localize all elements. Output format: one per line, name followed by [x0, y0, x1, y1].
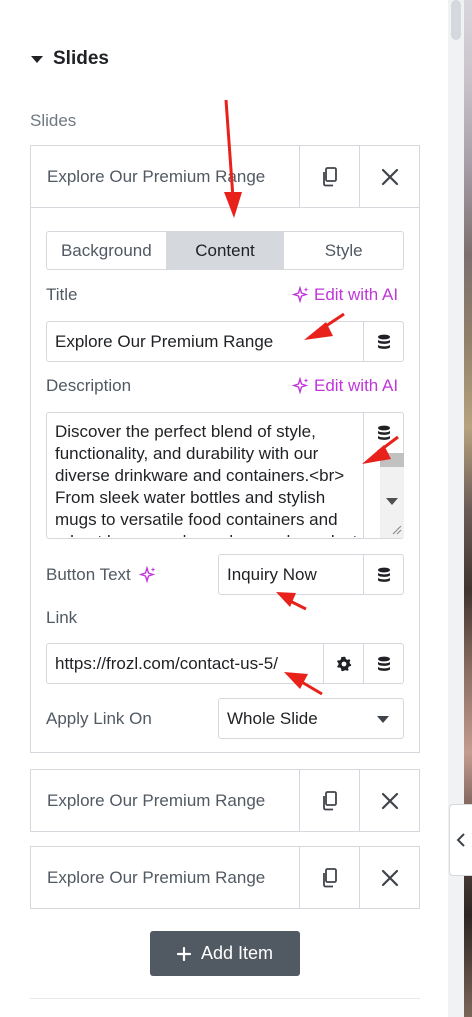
copy-icon: [322, 790, 337, 810]
close-icon: [381, 792, 398, 809]
panel-scroll-thumb[interactable]: [451, 0, 461, 40]
button-text-input[interactable]: Inquiry Now: [219, 555, 363, 594]
divider: [30, 998, 420, 999]
repeater-item-header[interactable]: Explore Our Premium Range: [31, 770, 419, 831]
apply-link-select[interactable]: Whole Slide: [218, 698, 404, 739]
tab-background[interactable]: Background: [47, 232, 166, 269]
repeater-item-title[interactable]: Explore Our Premium Range: [31, 146, 299, 207]
close-icon: [381, 869, 398, 886]
database-icon: [377, 567, 390, 582]
copy-icon: [322, 867, 337, 887]
scroll-thumb[interactable]: [380, 453, 404, 467]
scroll-down-arrow-icon[interactable]: [386, 498, 398, 505]
dynamic-tags-button[interactable]: [363, 555, 403, 594]
edit-with-ai-label: Edit with AI: [314, 376, 399, 395]
description-field: Discover the perfect blend of style, fun…: [46, 412, 404, 539]
repeater-item-header[interactable]: Explore Our Premium Range: [31, 146, 419, 207]
dynamic-tags-button[interactable]: [363, 644, 403, 683]
description-textarea[interactable]: Discover the perfect blend of style, fun…: [55, 421, 363, 537]
repeater-label: Slides: [30, 111, 77, 130]
repeater-item-title[interactable]: Explore Our Premium Range: [31, 770, 299, 831]
sparkle-icon: [292, 286, 309, 304]
section-toggle[interactable]: Slides: [31, 48, 109, 70]
duplicate-button[interactable]: [299, 847, 359, 908]
close-icon: [381, 168, 398, 185]
button-text-label: Button Text: [46, 565, 131, 584]
remove-button[interactable]: [359, 770, 419, 831]
link-options-button[interactable]: [323, 644, 363, 683]
resize-grip-icon[interactable]: [390, 523, 402, 535]
tab-style[interactable]: Style: [284, 232, 403, 269]
remove-button[interactable]: [359, 847, 419, 908]
title-edit-with-ai[interactable]: Edit with AI: [292, 285, 398, 305]
database-icon: [378, 425, 390, 440]
dynamic-tags-button[interactable]: [364, 413, 404, 453]
remove-button[interactable]: [359, 146, 419, 207]
apply-link-value: Whole Slide: [227, 708, 318, 728]
repeater-item-body: Background Content Style Title Edit with…: [31, 207, 419, 752]
button-text-field: Inquiry Now: [218, 554, 404, 595]
duplicate-button[interactable]: [299, 146, 359, 207]
repeater-item-3: Explore Our Premium Range: [30, 846, 420, 909]
title-label: Title: [46, 285, 78, 304]
link-input[interactable]: https://frozl.com/contact-us-5/: [47, 644, 323, 683]
chevron-left-icon: [456, 833, 465, 847]
copy-icon: [322, 166, 337, 186]
repeater-item-header[interactable]: Explore Our Premium Range: [31, 847, 419, 908]
collapse-panel-button[interactable]: [449, 804, 472, 876]
apply-link-label: Apply Link On: [46, 709, 152, 728]
description-label: Description: [46, 376, 132, 395]
edit-with-ai-label: Edit with AI: [314, 285, 399, 304]
add-item-button[interactable]: Add Item: [150, 931, 300, 976]
sparkle-icon: [292, 377, 309, 395]
repeater-item-title[interactable]: Explore Our Premium Range: [31, 847, 299, 908]
title-field: Explore Our Premium Range: [46, 321, 404, 362]
section-title: Slides: [53, 48, 109, 69]
editor-panel: Slides Slides Explore Our Premium Range …: [0, 0, 448, 1017]
gear-icon: [336, 656, 351, 671]
database-icon: [377, 334, 390, 349]
caret-down-icon: [377, 716, 389, 723]
tabs: Background Content Style: [46, 231, 404, 270]
repeater-item-2: Explore Our Premium Range: [30, 769, 420, 832]
description-edit-with-ai[interactable]: Edit with AI: [292, 376, 398, 396]
sparkle-icon[interactable]: [138, 566, 157, 584]
add-item-label: Add Item: [200, 943, 274, 963]
title-input[interactable]: Explore Our Premium Range: [47, 322, 363, 361]
button-text-label-wrap: Button Text: [46, 565, 157, 585]
link-label: Link: [46, 608, 78, 627]
database-icon: [377, 656, 390, 671]
duplicate-button[interactable]: [299, 770, 359, 831]
link-field: https://frozl.com/contact-us-5/: [46, 643, 404, 684]
caret-down-icon: [31, 55, 43, 63]
repeater-item-1: Explore Our Premium Range Background Con…: [30, 145, 420, 753]
dynamic-tags-button[interactable]: [363, 322, 403, 361]
textarea-scrollbar[interactable]: [363, 413, 404, 538]
tab-content[interactable]: Content: [165, 232, 285, 269]
plus-icon: [176, 946, 191, 961]
